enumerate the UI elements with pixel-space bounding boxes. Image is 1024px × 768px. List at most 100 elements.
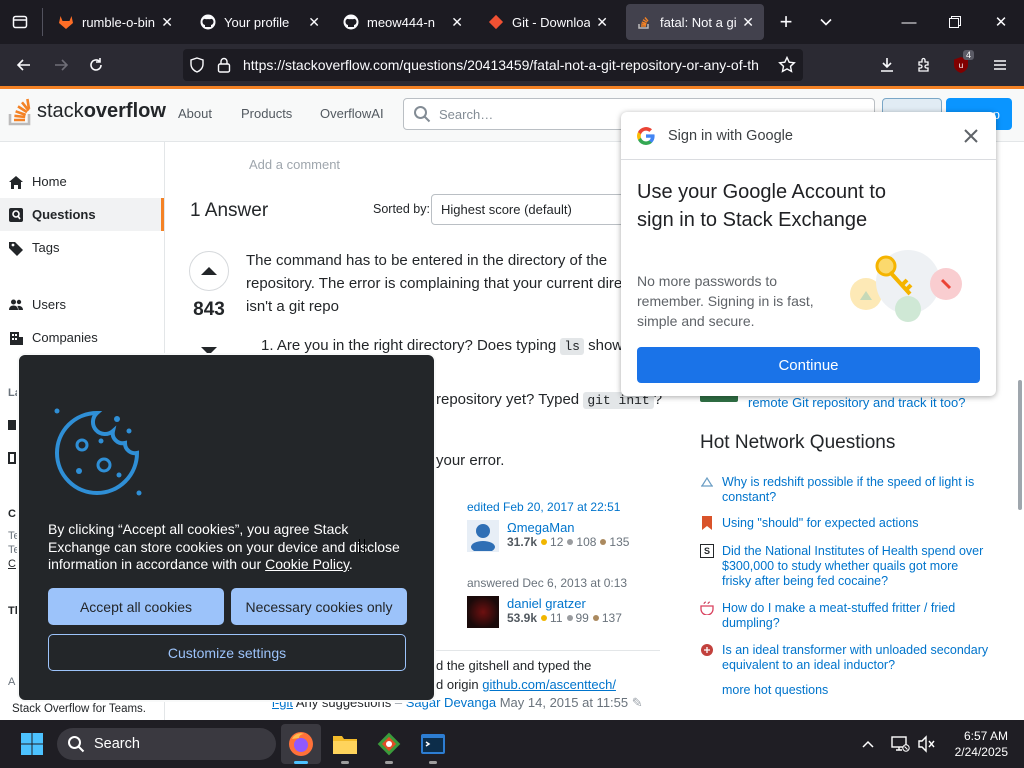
downvote-button[interactable] — [189, 333, 229, 353]
pencil-icon[interactable]: ✎ — [632, 695, 643, 710]
taskbar-terminal[interactable] — [413, 724, 453, 764]
ublock-extension-button[interactable]: u 4 — [946, 50, 976, 80]
extensions-button[interactable] — [909, 50, 939, 80]
hnq-item[interactable]: S Did the National Institutes of Health … — [700, 544, 990, 589]
minimize-button[interactable]: — — [886, 0, 932, 44]
edited-link[interactable]: edited Feb 20, 2017 at 22:51 — [467, 500, 657, 514]
upvote-button[interactable] — [189, 251, 229, 291]
comment-date: May 14, 2015 at 11:55 — [499, 695, 629, 710]
downloads-button[interactable] — [872, 50, 902, 80]
bookmark-star-button[interactable] — [772, 50, 802, 80]
tab-github-profile[interactable]: Your profile ✕ — [190, 4, 330, 40]
nav-products[interactable]: Products — [241, 106, 292, 121]
comment-link[interactable]: github.com/ascenttech/ — [482, 677, 616, 692]
sort-select-value: Highest score (default) — [441, 202, 572, 217]
user-name-link[interactable]: ΩmegaMan — [507, 520, 629, 535]
sidebar-item-users[interactable]: Users — [0, 288, 164, 321]
cookie-policy-link[interactable]: Cookie Policy — [265, 556, 349, 572]
puzzle-icon — [918, 57, 929, 72]
tray-overflow-button[interactable] — [858, 734, 878, 754]
hnq-link[interactable]: How do I make a meat-stuffed fritter / f… — [722, 601, 990, 631]
editor-signature: edited Feb 20, 2017 at 22:51 ΩmegaMan 31… — [467, 500, 657, 552]
tab-stackoverflow-active[interactable]: fatal: Not a git re ✕ — [626, 4, 764, 40]
answer-body-line: The command has to be entered in the dir… — [246, 252, 608, 269]
tab-git-download[interactable]: Git - Downloadin ✕ — [478, 4, 618, 40]
git-gui-icon — [377, 732, 401, 756]
hnq-link[interactable]: Using "should" for expected actions — [722, 516, 918, 531]
avatar[interactable] — [467, 596, 499, 628]
comment-text: d the gitshell and typed the — [436, 658, 592, 673]
tab-github-repo[interactable]: meow444-n ✕ — [333, 4, 473, 40]
running-indicator — [385, 761, 393, 764]
taskbar-search-label: Search — [94, 736, 140, 752]
close-icon[interactable]: ✕ — [596, 14, 608, 31]
restore-button[interactable] — [932, 0, 978, 44]
tab-overview-button[interactable] — [6, 8, 34, 36]
hnq-item[interactable]: Why is redshift possible if the speed of… — [700, 475, 990, 505]
sort-select[interactable]: Highest score (default) — [431, 194, 631, 225]
electronics-icon — [700, 643, 714, 657]
taskbar-firefox[interactable] — [281, 724, 321, 764]
necessary-cookies-button[interactable]: Necessary cookies only — [231, 588, 407, 625]
accept-all-cookies-button[interactable]: Accept all cookies — [48, 588, 224, 625]
sidebar-item-label: Users — [32, 297, 66, 312]
hnq-link[interactable]: Is an ideal transformer with unloaded se… — [722, 643, 990, 673]
google-popup-title: Use your Google Account to sign in to St… — [637, 181, 887, 231]
search-icon — [68, 736, 85, 753]
more-hot-questions-link[interactable]: more hot questions — [722, 683, 828, 697]
user-name-link[interactable]: daniel gratzer — [507, 596, 622, 611]
avatar[interactable] — [467, 520, 499, 552]
svg-text:u: u — [959, 61, 963, 70]
list-text: repository yet? Typed — [436, 391, 584, 408]
sidebar-item-questions[interactable]: Questions — [0, 198, 164, 231]
google-popup-close-button[interactable] — [959, 124, 983, 148]
nav-overflowai[interactable]: OverflowAI — [320, 106, 384, 121]
hnq-item[interactable]: Is an ideal transformer with unloaded se… — [700, 643, 990, 673]
star-icon — [778, 56, 796, 73]
reload-icon — [90, 58, 102, 71]
hnq-item[interactable]: How do I make a meat-stuffed fritter / f… — [700, 601, 990, 631]
bronze-count: 137 — [601, 611, 622, 625]
taskbar-search-box[interactable]: Search — [57, 728, 276, 760]
sidebar-item-label: Questions — [32, 207, 96, 222]
reload-button[interactable] — [81, 50, 111, 80]
close-icon[interactable]: ✕ — [451, 14, 463, 31]
back-button[interactable] — [9, 50, 39, 80]
add-comment-link[interactable]: Add a comment — [249, 157, 340, 172]
close-icon[interactable]: ✕ — [308, 14, 320, 31]
gold-badge-icon — [541, 539, 548, 545]
hnq-item[interactable]: Using "should" for expected actions — [700, 516, 990, 531]
restore-icon — [949, 16, 961, 28]
related-question-link[interactable]: remote Git repository and track it too? — [748, 395, 965, 410]
google-continue-button[interactable]: Continue — [637, 347, 980, 383]
hnq-link[interactable]: Did the National Institutes of Health sp… — [722, 544, 990, 589]
taskbar-git-gui[interactable] — [369, 724, 409, 764]
so-logo[interactable]: stack overflow — [8, 96, 166, 126]
sidebar-item-tags[interactable]: Tags — [0, 231, 164, 264]
url-bar[interactable]: https://stackoverflow.com/questions/2041… — [183, 49, 803, 81]
hnq-link[interactable]: Why is redshift possible if the speed of… — [722, 475, 990, 505]
close-icon[interactable]: ✕ — [161, 14, 173, 31]
new-tab-button[interactable]: + — [772, 8, 800, 36]
customize-settings-button[interactable]: Customize settings — [48, 634, 406, 671]
tab-gitlab[interactable]: rumble-o-bin · G ✕ — [48, 4, 183, 40]
gold-count: 11 — [550, 611, 563, 625]
app-menu-button[interactable] — [985, 50, 1015, 80]
nav-about[interactable]: About — [178, 106, 212, 121]
url-text: https://stackoverflow.com/questions/2041… — [243, 57, 759, 73]
page-scrollbar[interactable] — [1018, 380, 1022, 510]
volume-muted-icon[interactable] — [917, 735, 937, 753]
start-button[interactable] — [12, 724, 52, 764]
taskbar-clock[interactable]: 6:57 AM 2/24/2025 — [944, 728, 1008, 760]
taskbar-file-explorer[interactable] — [325, 724, 365, 764]
network-icon[interactable] — [890, 735, 910, 753]
lock-icon[interactable] — [217, 57, 231, 73]
sidebar-item-home[interactable]: Home — [0, 165, 164, 198]
window-close-button[interactable]: ✕ — [978, 0, 1024, 44]
shield-icon[interactable] — [189, 57, 205, 73]
list-all-tabs-button[interactable] — [812, 8, 840, 36]
tab-overview-icon — [12, 15, 28, 29]
forward-button[interactable] — [46, 50, 76, 80]
close-icon[interactable]: ✕ — [742, 14, 754, 31]
sidebar-item-companies[interactable]: Companies — [0, 321, 164, 354]
